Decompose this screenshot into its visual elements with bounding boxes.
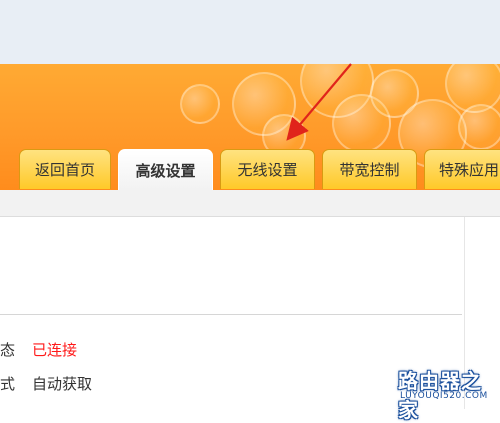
tab-wireless-settings[interactable]: 无线设置	[220, 149, 315, 189]
mode-value: 自动获取	[32, 375, 93, 393]
site-watermark-logo: 路由器之家 LUYOUQI520.COM	[398, 365, 500, 422]
watermark-url: LUYOUQI520.COM	[400, 391, 488, 401]
browser-top-area	[0, 0, 500, 65]
tab-home[interactable]: 返回首页	[19, 149, 111, 189]
main-nav-tabs: 返回首页 高级设置 无线设置 带宽控制 特殊应用	[0, 149, 500, 190]
mode-label: 式	[0, 375, 16, 393]
tab-advanced-settings[interactable]: 高级设置	[118, 149, 213, 190]
connection-status-value: 已连接	[32, 341, 78, 359]
tab-special-apps[interactable]: 特殊应用	[424, 149, 500, 189]
bubble-decoration	[458, 104, 500, 150]
sub-navigation-bar	[0, 190, 500, 217]
status-label: 态	[0, 341, 16, 359]
tab-bandwidth-control[interactable]: 带宽控制	[322, 149, 417, 189]
section-divider	[0, 314, 462, 315]
bubble-decoration	[180, 84, 220, 124]
